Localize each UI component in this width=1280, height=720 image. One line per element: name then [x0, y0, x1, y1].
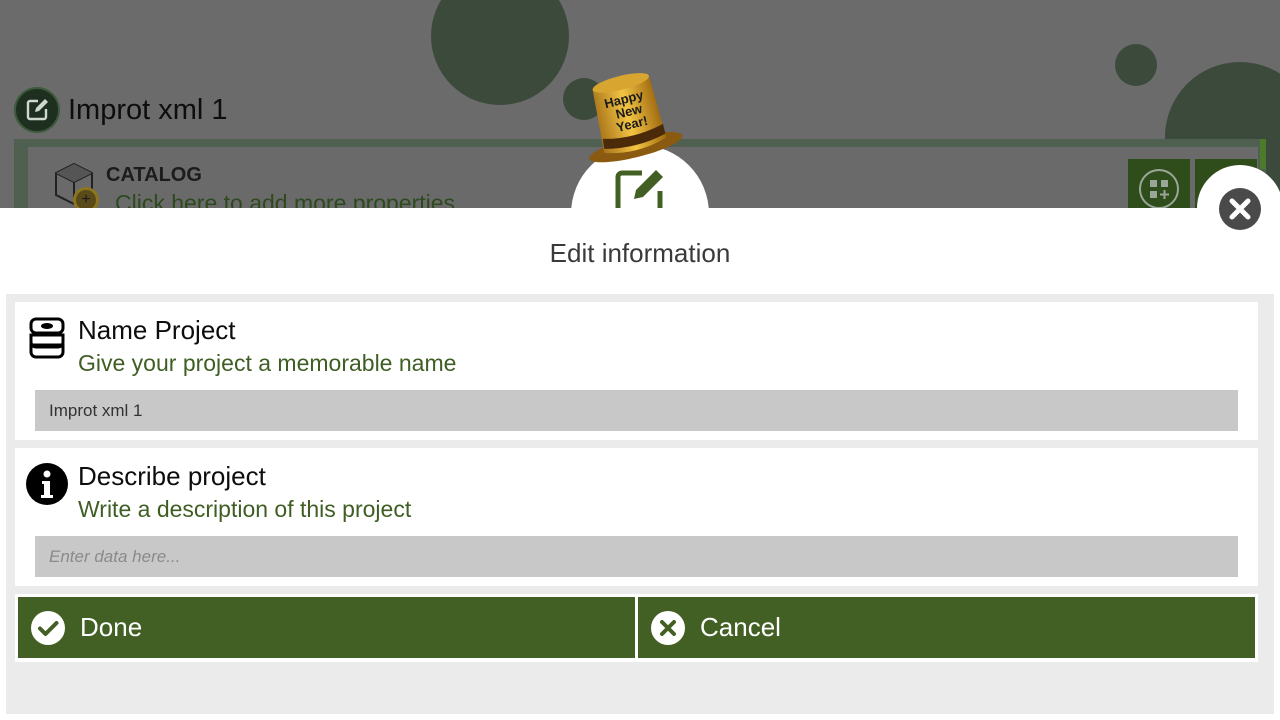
scrollbar — [1260, 139, 1266, 169]
project-description-input[interactable] — [35, 536, 1238, 577]
party-hat-icon: Happy New Year! — [589, 73, 683, 163]
project-name-input[interactable] — [35, 390, 1238, 431]
name-project-subtitle: Give your project a memorable name — [78, 350, 457, 376]
describe-project-subtitle: Write a description of this project — [78, 496, 412, 522]
project-title: Improt xml 1 — [68, 93, 228, 126]
name-project-section: Name Project Give your project a memorab… — [15, 302, 1258, 440]
modal-title: Edit information — [549, 238, 731, 268]
x-circle-icon — [651, 610, 685, 645]
form-area: Name Project Give your project a memorab… — [6, 294, 1274, 714]
edit-icon — [14, 87, 60, 133]
cancel-button[interactable]: Cancel — [638, 597, 1255, 658]
project-header: Improt xml 1 — [14, 87, 228, 133]
describe-project-title: Describe project — [78, 461, 266, 491]
database-icon — [29, 317, 65, 359]
name-project-title: Name Project — [78, 315, 236, 345]
check-circle-icon — [31, 610, 65, 645]
done-button[interactable]: Done — [18, 597, 635, 658]
done-label: Done — [80, 612, 143, 642]
decor-circle — [1115, 44, 1157, 86]
info-icon — [26, 463, 68, 505]
action-bar: Done Cancel — [15, 594, 1258, 662]
describe-project-section: Describe project Write a description of … — [15, 448, 1258, 586]
close-icon — [1219, 188, 1261, 230]
decor-circle — [431, 0, 569, 105]
catalog-heading: CATALOG — [106, 164, 202, 186]
cancel-label: Cancel — [700, 612, 781, 642]
